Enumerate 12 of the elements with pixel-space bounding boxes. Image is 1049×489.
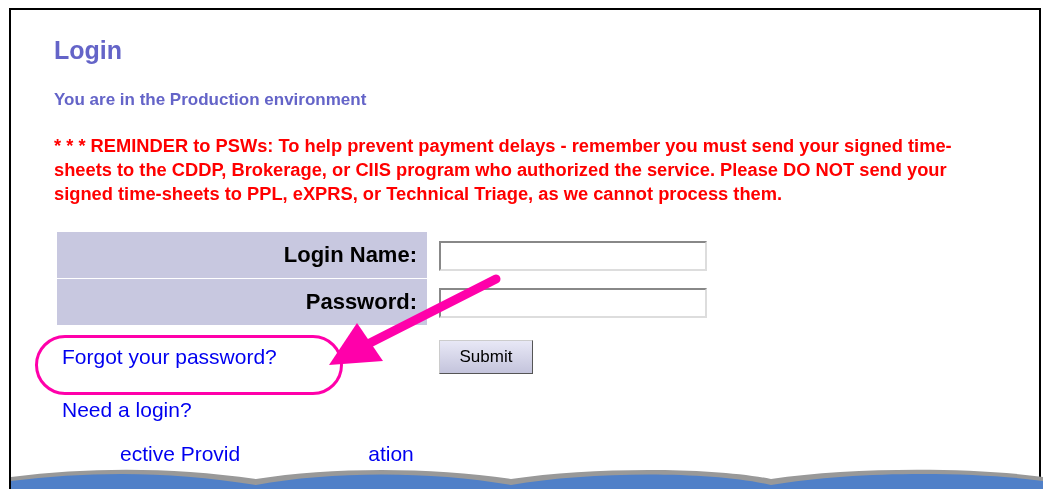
field-label: Password:: [57, 279, 427, 326]
login-name-field[interactable]: [439, 240, 707, 271]
reminder-notice: * * * REMINDER to PSWs: To help prevent payment delays - remember you must send your signed time-sheets to the CDDP, Brokerage, or CIIS program who authorized the service. Please DO NOT send your signed time-sheets to PPL, eXPRS, or Technical Triage, as we cannot process them.: [54, 134, 953, 206]
password-field[interactable]: [439, 287, 707, 318]
field-label: Login Name:: [57, 232, 427, 279]
provider-link-fragment[interactable]: ation: [368, 442, 414, 466]
page-heading: Login: [54, 35, 124, 66]
submit-button[interactable]: Submit: [439, 340, 533, 374]
provider-link-fragment[interactable]: ective Provid: [120, 442, 241, 466]
environment-notice: You are in the Production environment: [54, 90, 368, 110]
forgot-password-link[interactable]: Forgot your password?: [57, 345, 439, 369]
need-login-link[interactable]: Need a login?: [62, 398, 1039, 422]
